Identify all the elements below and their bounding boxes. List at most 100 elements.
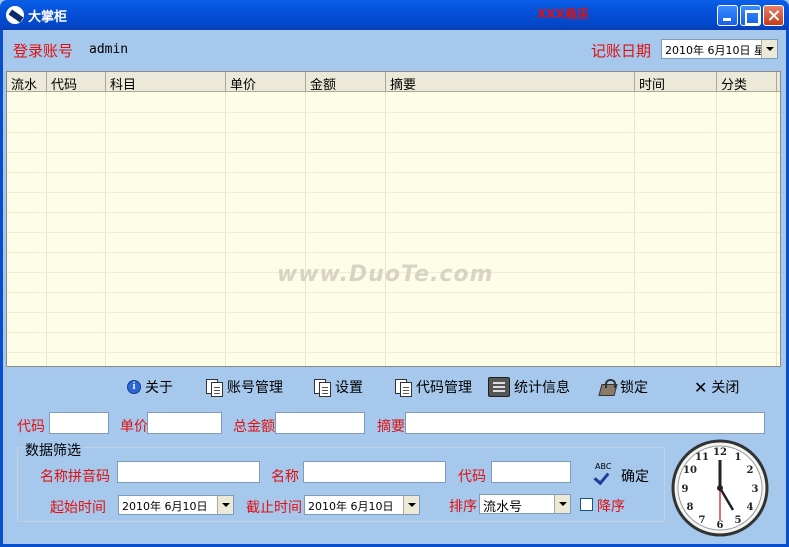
date-label: 记账日期 [591, 42, 652, 60]
grid-line [7, 152, 780, 153]
grid-line [7, 352, 780, 353]
grid-line [225, 92, 226, 366]
grid-line [716, 92, 717, 366]
end-date-value: 2010年 6月10日 [308, 500, 394, 513]
summary-label: 摘要 [377, 419, 405, 435]
column-header[interactable]: 摘要 [386, 72, 635, 93]
grid-line [7, 132, 780, 133]
minimize-button[interactable] [717, 5, 738, 26]
svg-text:4: 4 [747, 502, 754, 513]
chevron-down-icon[interactable] [403, 496, 419, 514]
code-manage-button[interactable]: 代码管理 [394, 377, 472, 397]
sort-select[interactable]: 流水号 [479, 494, 571, 514]
chevron-down-icon[interactable] [761, 40, 777, 58]
filter-code-label: 代码 [458, 469, 486, 485]
price-label: 单价 [120, 419, 148, 435]
total-label: 总金额 [233, 419, 275, 435]
app-icon[interactable] [6, 6, 24, 24]
maximize-button[interactable] [740, 5, 761, 26]
column-header[interactable]: 单价 [226, 72, 306, 93]
chevron-down-icon[interactable] [217, 496, 233, 514]
grid-line [634, 92, 635, 366]
date-picker[interactable]: 2010年 6月10日 星 [661, 39, 778, 59]
grid-line [7, 232, 780, 233]
start-date-picker[interactable]: 2010年 6月10日 [118, 495, 234, 515]
grid-line [7, 292, 780, 293]
svg-text:8: 8 [687, 502, 694, 513]
close-window-button[interactable] [763, 5, 784, 26]
svg-text:5: 5 [735, 515, 742, 526]
lock-label: 锁定 [620, 380, 648, 396]
close-icon: ✕ [694, 378, 708, 397]
grid-line [46, 92, 47, 366]
filter-code-input[interactable] [491, 461, 571, 483]
svg-text:11: 11 [695, 452, 709, 463]
lock-icon [598, 378, 616, 396]
grid-line [385, 92, 386, 366]
document-icon [394, 378, 412, 397]
column-header[interactable]: 金额 [306, 72, 386, 93]
document-icon [313, 378, 331, 397]
statistics-button[interactable]: 统计信息 [488, 377, 570, 397]
svg-text:1: 1 [735, 452, 742, 463]
end-time-label: 截止时间 [246, 500, 302, 516]
filter-group-title: 数据筛选 [23, 440, 83, 460]
svg-text:10: 10 [683, 465, 697, 476]
close-button[interactable]: ✕ 关闭 [694, 377, 739, 397]
account-manage-button[interactable]: 账号管理 [205, 377, 283, 397]
start-date-value: 2010年 6月10日 [122, 500, 208, 513]
grid-line [7, 112, 780, 113]
title-bar[interactable]: 大掌柜 XXX商店 [0, 0, 789, 30]
total-input[interactable] [275, 412, 365, 434]
about-button[interactable]: i 关于 [127, 377, 173, 397]
price-input[interactable] [147, 412, 222, 434]
end-date-picker[interactable]: 2010年 6月10日 [304, 495, 420, 515]
pinyin-input[interactable] [117, 461, 260, 483]
name-label: 名称 [271, 469, 299, 485]
grid-line [7, 312, 780, 313]
account-manage-label: 账号管理 [227, 380, 283, 396]
watermark: www.DuoTe.com [277, 262, 494, 287]
stats-icon [488, 377, 510, 397]
confirm-button[interactable]: 确定 [621, 466, 649, 486]
svg-text:2: 2 [747, 465, 754, 476]
code-label: 代码 [17, 419, 45, 435]
column-header[interactable]: 代码 [47, 72, 106, 93]
grid-line [7, 212, 780, 213]
svg-text:3: 3 [752, 484, 759, 495]
summary-input[interactable] [405, 412, 765, 434]
account-label: 登录账号 [13, 42, 74, 60]
grid-line [7, 192, 780, 193]
column-header[interactable]: 科目 [106, 72, 226, 93]
name-input[interactable] [303, 461, 446, 483]
grid-line [7, 252, 780, 253]
grid-line [776, 92, 777, 366]
records-table[interactable]: 流水 代码 科目 单价 金额 摘要 时间 分类 www.DuoTe.com [6, 71, 781, 367]
date-picker-value: 2010年 6月10日 星 [665, 44, 765, 57]
code-input[interactable] [49, 412, 109, 434]
sort-label: 排序 [449, 499, 477, 515]
document-icon [205, 378, 223, 397]
clock-icon: 12 1 2 3 4 5 6 7 8 9 10 11 [671, 439, 769, 537]
info-icon: i [127, 380, 141, 394]
grid-line [7, 172, 780, 173]
descending-checkbox[interactable] [580, 498, 593, 511]
settings-label: 设置 [335, 380, 363, 396]
column-header[interactable]: 分类 [717, 72, 777, 93]
column-header[interactable]: 流水 [7, 72, 47, 93]
svg-text:6: 6 [717, 520, 724, 531]
account-value: admin [89, 42, 129, 57]
spellcheck-icon[interactable]: ABC [593, 462, 617, 486]
svg-text:12: 12 [713, 447, 727, 458]
descending-label: 降序 [597, 499, 625, 515]
lock-button[interactable]: 锁定 [598, 377, 648, 397]
close-label: 关闭 [711, 380, 740, 396]
settings-button[interactable]: 设置 [313, 377, 363, 397]
svg-text:7: 7 [699, 515, 706, 526]
column-header[interactable]: 时间 [635, 72, 717, 93]
chevron-down-icon[interactable] [554, 495, 570, 513]
start-time-label: 起始时间 [50, 500, 106, 516]
window-title: 大掌柜 [28, 10, 68, 25]
shop-name: XXX商店 [537, 7, 589, 21]
grid-line [7, 332, 780, 333]
